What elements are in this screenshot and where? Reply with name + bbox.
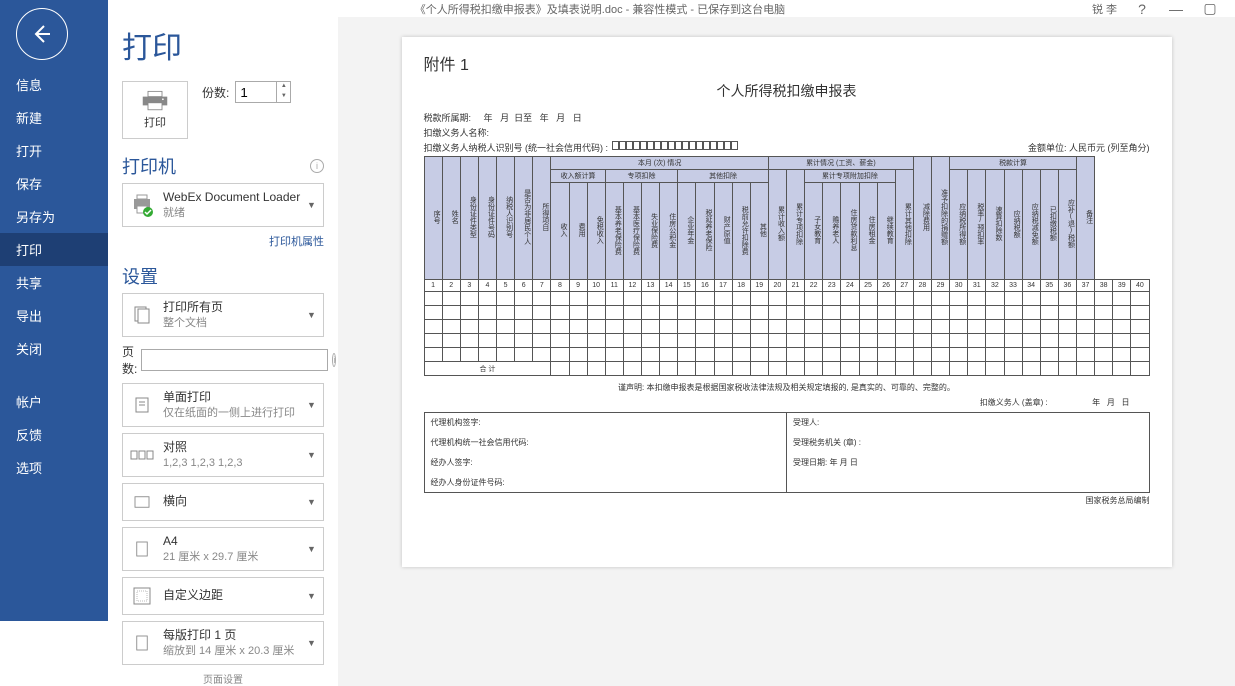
print-range-dropdown[interactable]: 打印所有页整个文档 ▼ xyxy=(122,293,324,337)
preview-page: 附件 1 个人所得税扣缴申报表 税款所属期: 年 月 日至 年 月 日 扣缴义务… xyxy=(402,37,1172,567)
copies-label: 份数: xyxy=(202,84,229,101)
id-boxes xyxy=(612,141,738,154)
landscape-icon xyxy=(129,489,155,515)
collate-dropdown[interactable]: 对照1,2,3 1,2,3 1,2,3 ▼ xyxy=(122,433,324,477)
titlebar: 《个人所得税扣缴申报表》及填表说明.doc - 兼容性模式 - 已保存到这台电脑… xyxy=(108,0,1235,17)
printer-status-icon xyxy=(129,192,155,218)
print-preview: 附件 1 个人所得税扣缴申报表 税款所属期: 年 月 日至 年 月 日 扣缴义务… xyxy=(338,17,1235,686)
maximize-button[interactable]: ▢ xyxy=(1201,0,1219,17)
titlebar-filename: 《个人所得税扣缴申报表》及填表说明.doc - 兼容性模式 - 已保存到这台电脑 xyxy=(108,1,1092,17)
back-button[interactable] xyxy=(16,8,68,60)
printer-icon xyxy=(141,90,169,112)
nav-open[interactable]: 打开 xyxy=(0,134,108,167)
print-heading: 打印 xyxy=(122,23,324,67)
page-size-icon xyxy=(129,536,155,562)
one-page-icon xyxy=(129,630,155,656)
pages-label: 页数: xyxy=(122,343,137,377)
nav-options[interactable]: 选项 xyxy=(0,451,108,484)
nav-info[interactable]: 信息 xyxy=(0,68,108,101)
nav-save[interactable]: 保存 xyxy=(0,167,108,200)
margins-icon xyxy=(129,583,155,609)
pages-input[interactable] xyxy=(141,349,328,371)
copies-spinner[interactable]: ▲▼ xyxy=(276,82,290,102)
nav-new[interactable]: 新建 xyxy=(0,101,108,134)
nav-print[interactable]: 打印 xyxy=(0,233,108,266)
form-title: 个人所得税扣缴申报表 xyxy=(424,81,1150,101)
chevron-down-icon: ▼ xyxy=(307,200,317,210)
nav-feedback[interactable]: 反馈 xyxy=(0,418,108,451)
collate-icon xyxy=(129,442,155,468)
sides-dropdown[interactable]: 单面打印仅在纸面的一侧上进行打印 ▼ xyxy=(122,383,324,427)
nav-share[interactable]: 共享 xyxy=(0,266,108,299)
printer-dropdown[interactable]: WebEx Document Loader就绪 ▼ xyxy=(122,183,324,227)
page-setup-link[interactable]: 页面设置 xyxy=(122,671,324,686)
pages-icon xyxy=(129,302,155,328)
backstage-sidebar: 信息 新建 打开 保存 另存为 打印 共享 导出 关闭 帐户 反馈 选项 xyxy=(0,0,108,621)
minimize-button[interactable]: — xyxy=(1167,1,1185,17)
nav-saveas[interactable]: 另存为 xyxy=(0,200,108,233)
pages-per-sheet-dropdown[interactable]: 每版打印 1 页缩放到 14 厘米 x 20.3 厘米 ▼ xyxy=(122,621,324,665)
print-settings-panel: 打印 打印 份数: ▲▼ 打印机 i xyxy=(108,17,338,686)
printer-header: 打印机 xyxy=(122,153,176,179)
nav-close[interactable]: 关闭 xyxy=(0,332,108,365)
single-side-icon xyxy=(129,392,155,418)
nav-account[interactable]: 帐户 xyxy=(0,385,108,418)
tax-table: 序号 姓名 身份证件类型 身份证件号码 纳税人识别号 是否为非居民个人 所得项目… xyxy=(424,156,1150,376)
main-area: 《个人所得税扣缴申报表》及填表说明.doc - 兼容性模式 - 已保存到这台电脑… xyxy=(108,0,1235,621)
pages-info-icon[interactable]: i xyxy=(332,353,336,367)
copies-input[interactable] xyxy=(236,85,276,100)
margins-dropdown[interactable]: 自定义边距 ▼ xyxy=(122,577,324,615)
back-arrow-icon xyxy=(30,22,54,46)
attachment-label: 附件 1 xyxy=(424,51,1150,75)
printer-properties-link[interactable]: 打印机属性 xyxy=(269,236,324,248)
titlebar-user[interactable]: 锐 李 xyxy=(1092,1,1117,17)
paper-size-dropdown[interactable]: A421 厘米 x 29.7 厘米 ▼ xyxy=(122,527,324,571)
help-button[interactable]: ? xyxy=(1133,1,1151,17)
settings-header: 设置 xyxy=(122,263,158,289)
printer-info-icon[interactable]: i xyxy=(310,159,324,173)
print-button[interactable]: 打印 xyxy=(122,81,188,139)
nav-export[interactable]: 导出 xyxy=(0,299,108,332)
orientation-dropdown[interactable]: 横向 ▼ xyxy=(122,483,324,521)
signature-table: 代理机构签字: 代理机构统一社会信用代码: 经办人签字: 经办人身份证件号码: … xyxy=(424,412,1150,493)
